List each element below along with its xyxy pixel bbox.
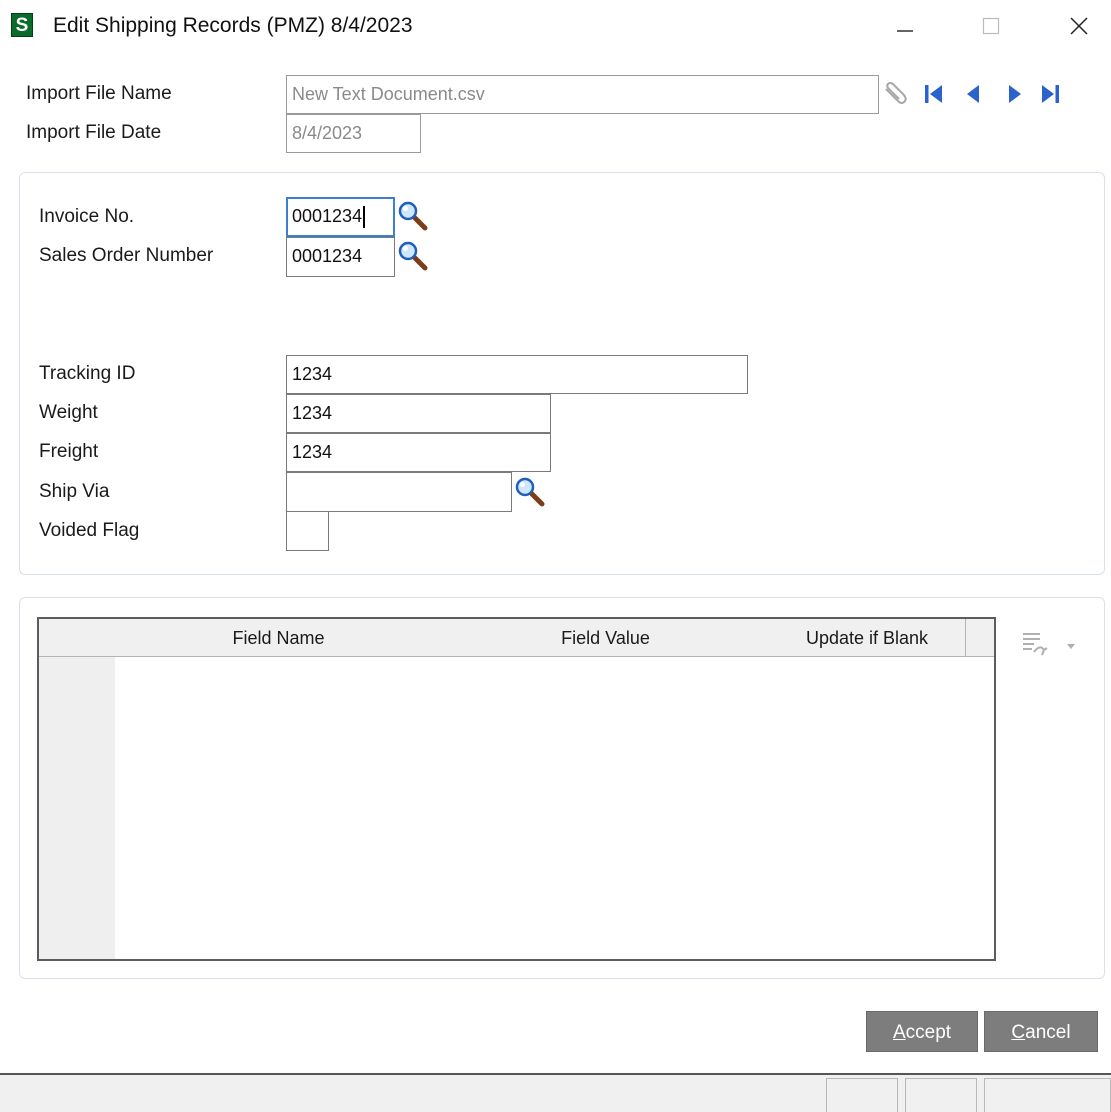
text-cursor	[363, 206, 365, 229]
attach-button[interactable]	[880, 80, 910, 113]
ship-via-label: Ship Via	[39, 481, 110, 502]
sales-order-field[interactable]: 0001234	[286, 237, 395, 277]
last-record-button[interactable]	[1038, 82, 1064, 111]
previous-record-icon	[967, 85, 979, 103]
weight-field[interactable]: 1234	[286, 394, 551, 433]
invoice-no-value: 0001234	[292, 206, 363, 226]
grid-row-header	[39, 619, 115, 959]
sales-order-label: Sales Order Number	[39, 245, 214, 266]
invoice-lookup-button[interactable]	[397, 200, 429, 232]
cancel-button[interactable]: Cancel	[984, 1011, 1098, 1052]
close-icon	[1070, 17, 1088, 35]
invoice-no-field[interactable]: 0001234	[286, 197, 395, 237]
grid-header-filler	[966, 619, 994, 657]
next-record-button[interactable]	[1003, 82, 1027, 111]
status-cell-2	[905, 1078, 977, 1112]
ship-via-lookup-button[interactable]	[514, 476, 546, 508]
cancel-label: ancel	[1025, 1022, 1071, 1043]
next-record-icon	[1009, 85, 1021, 103]
cancel-accelerator: C	[1011, 1022, 1026, 1043]
sales-order-lookup-button[interactable]	[397, 240, 429, 272]
accept-button[interactable]: Accept	[866, 1011, 978, 1052]
column-header-field-value[interactable]: Field Value	[442, 619, 770, 657]
voided-flag-field[interactable]	[286, 511, 329, 551]
invoice-no-label: Invoice No.	[39, 206, 135, 227]
magnifier-icon	[398, 241, 428, 271]
first-record-button[interactable]	[922, 82, 946, 111]
freight-field[interactable]: 1234	[286, 433, 551, 472]
import-file-date-field[interactable]: 8/4/2023	[286, 114, 421, 153]
import-file-date-label: Import File Date	[26, 122, 162, 143]
last-record-icon	[1042, 85, 1059, 103]
paperclip-icon	[885, 82, 907, 104]
accept-accelerator: A	[892, 1022, 906, 1043]
maximize-icon	[982, 17, 1000, 35]
magnifier-icon	[398, 201, 428, 231]
column-header-update-if-blank[interactable]: Update if Blank	[769, 619, 966, 657]
window-title: Edit Shipping Records (PMZ) 8/4/2023	[53, 14, 413, 37]
import-file-name-field[interactable]: New Text Document.csv	[286, 75, 879, 114]
fields-grid[interactable]: Field Name Field Value Update if Blank	[37, 617, 996, 961]
minimize-button[interactable]	[882, 0, 928, 52]
minimize-icon	[897, 30, 913, 32]
grid-customize-icon	[1023, 633, 1075, 656]
import-file-name-label: Import File Name	[26, 83, 172, 104]
weight-label: Weight	[39, 402, 98, 423]
tracking-id-field[interactable]: 1234	[286, 355, 748, 394]
ship-via-field[interactable]	[286, 472, 512, 512]
tracking-id-label: Tracking ID	[39, 363, 136, 384]
close-button[interactable]	[1056, 0, 1102, 52]
maximize-button[interactable]	[968, 0, 1014, 52]
first-record-icon	[925, 85, 942, 103]
freight-label: Freight	[39, 441, 99, 462]
grid-customize-button[interactable]	[1020, 628, 1080, 662]
accept-label: ccept	[905, 1022, 952, 1043]
status-cell-1	[826, 1078, 898, 1112]
previous-record-button[interactable]	[962, 82, 986, 111]
magnifier-icon	[515, 477, 545, 507]
column-header-field-name[interactable]: Field Name	[115, 619, 443, 657]
app-icon: S	[11, 13, 33, 37]
voided-flag-label: Voided Flag	[39, 520, 140, 541]
grid-corner-cell	[39, 619, 116, 657]
status-cell-3	[984, 1078, 1111, 1112]
